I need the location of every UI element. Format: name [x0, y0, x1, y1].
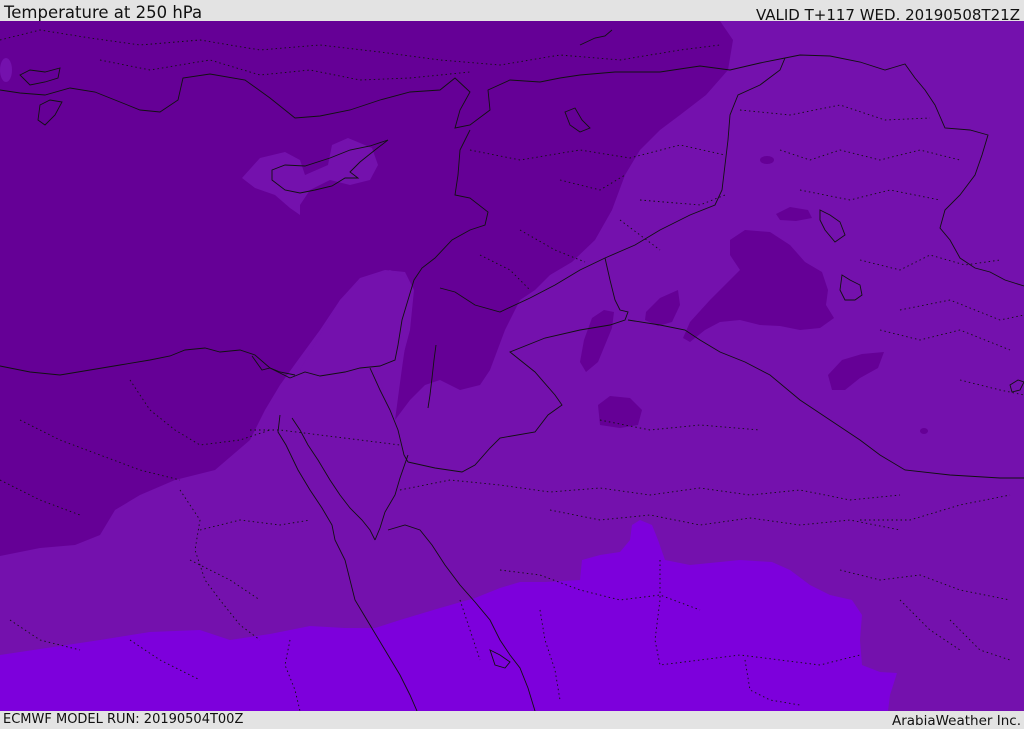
coldest-blob-small-7: [920, 428, 928, 434]
map-title: Temperature at 250 hPa: [4, 3, 203, 22]
footer-bar: ECMWF MODEL RUN: 20190504T00Z ArabiaWeat…: [0, 711, 1024, 729]
temperature-map[interactable]: [0, 21, 1024, 711]
coldest-blob-small-8: [0, 58, 12, 82]
model-run-label: ECMWF MODEL RUN: 20190504T00Z: [3, 712, 244, 727]
map-canvas: [0, 21, 1024, 711]
header-bar: Temperature at 250 hPa VALID T+117 WED. …: [0, 0, 1024, 24]
weather-map-frame: Temperature at 250 hPa VALID T+117 WED. …: [0, 0, 1024, 729]
credit-label: ArabiaWeather Inc.: [891, 713, 1021, 729]
coldest-blob-small-6: [760, 156, 774, 164]
